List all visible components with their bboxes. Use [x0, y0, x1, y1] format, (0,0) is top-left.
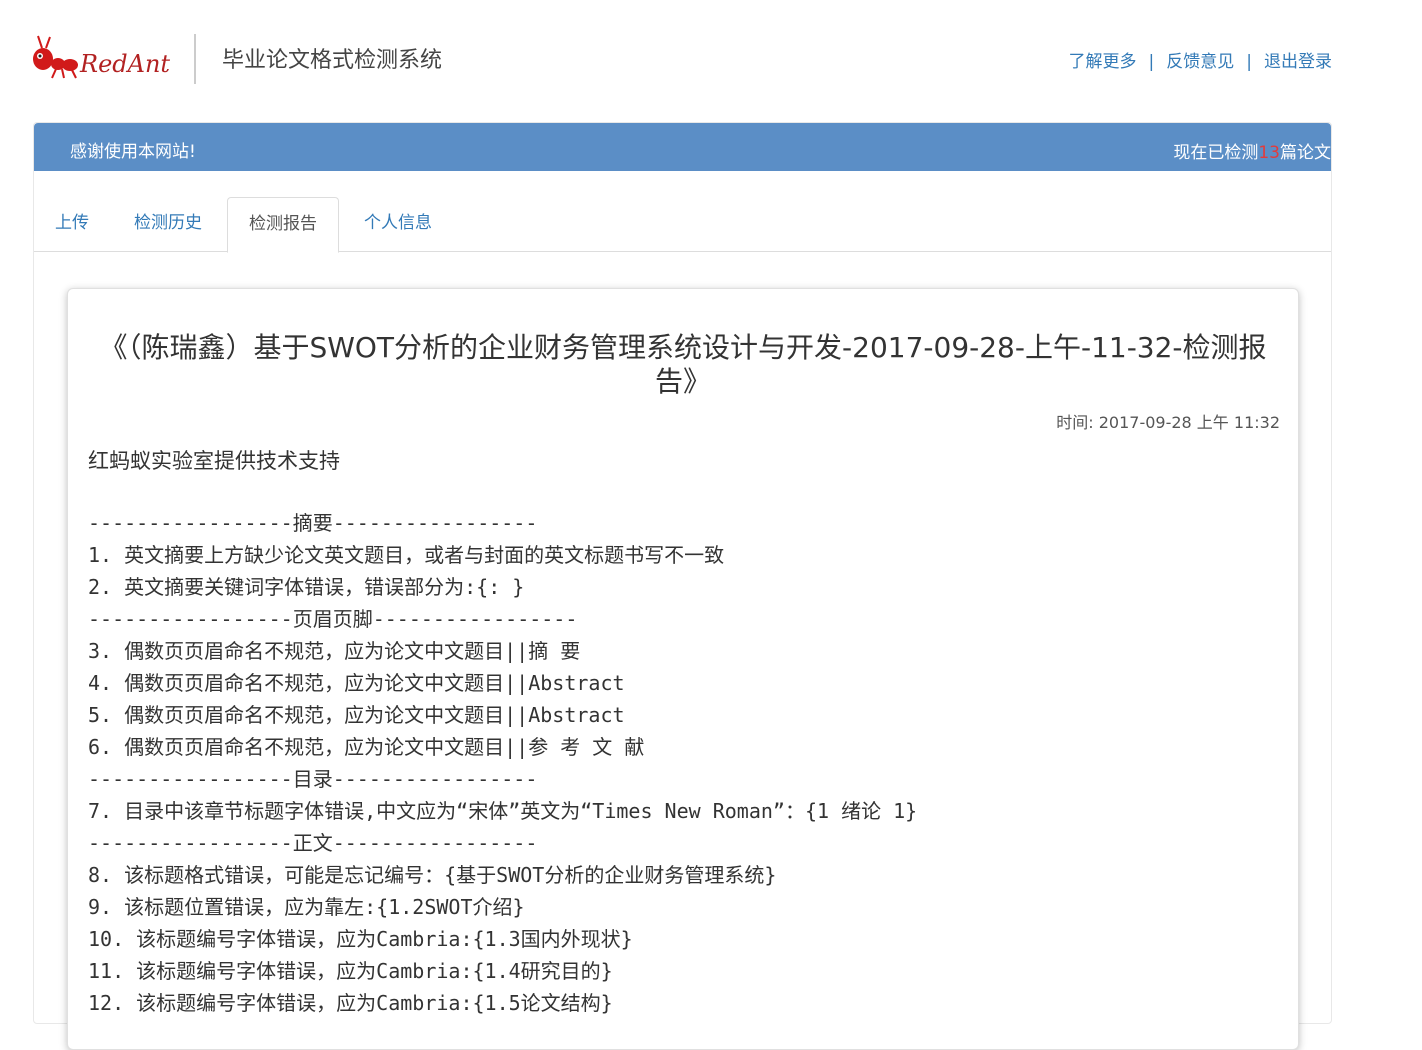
- report-line: -----------------摘要-----------------: [88, 511, 538, 535]
- tab-upload[interactable]: 上传: [34, 197, 110, 250]
- link-separator: |: [1246, 52, 1252, 72]
- count-suffix: 篇论文: [1280, 143, 1331, 163]
- report-support-text: 红蚂蚁实验室提供技术支持: [88, 449, 340, 473]
- nav-tabs: 上传 检测历史 检测报告 个人信息: [34, 197, 1331, 253]
- report-line: 2. 英文摘要关键词字体错误，错误部分为:{: }: [88, 575, 525, 599]
- report-line: 1. 英文摘要上方缺少论文英文题目，或者与封面的英文标题书写不一致: [88, 543, 725, 567]
- report-line: 11. 该标题编号字体错误，应为Cambria:{1.4研究目的}: [88, 959, 613, 983]
- learn-more-link[interactable]: 了解更多: [1069, 52, 1137, 72]
- feedback-link[interactable]: 反馈意见: [1166, 52, 1234, 72]
- report-line: -----------------正文-----------------: [88, 831, 538, 855]
- detection-count: 13: [1258, 143, 1280, 163]
- report-line: 3. 偶数页页眉命名不规范，应为论文中文题目||摘 要: [88, 639, 581, 663]
- header-divider: [194, 34, 196, 84]
- report-line: -----------------页眉页脚-----------------: [88, 607, 578, 631]
- system-title: 毕业论文格式检测系统: [222, 48, 443, 73]
- tab-report[interactable]: 检测报告: [227, 197, 339, 253]
- report-line: 8. 该标题格式错误，可能是忘记编号：{基于SWOT分析的企业财务管理系统}: [88, 863, 777, 887]
- report-card: 《（陈瑞鑫）基于SWOT分析的企业财务管理系统设计与开发-2017-09-28-…: [67, 288, 1299, 1050]
- report-line: 7. 目录中该章节标题字体错误,中文应为“宋体”英文为“Times New Ro…: [88, 799, 918, 823]
- redant-logo[interactable]: RedAnt: [30, 32, 170, 86]
- report-time: 时间: 2017-09-28 上午 11:32: [1056, 413, 1280, 432]
- count-prefix: 现在已检测: [1173, 143, 1259, 163]
- report-title: 《（陈瑞鑫）基于SWOT分析的企业财务管理系统设计与开发-2017-09-28-…: [99, 331, 1267, 398]
- report-line: -----------------目录-----------------: [88, 767, 538, 791]
- report-body: -----------------摘要----------------- 1. …: [88, 507, 917, 1019]
- tab-history[interactable]: 检测历史: [118, 197, 218, 250]
- report-line: 4. 偶数页页眉命名不规范，应为论文中文题目||Abstract: [88, 671, 625, 695]
- tab-profile[interactable]: 个人信息: [348, 197, 448, 250]
- report-line: 5. 偶数页页眉命名不规范，应为论文中文题目||Abstract: [88, 703, 625, 727]
- site-header: RedAnt 毕业论文格式检测系统 了解更多 | 反馈意见 | 退出登录: [0, 0, 1422, 118]
- report-line: 6. 偶数页页眉命名不规范，应为论文中文题目||参 考 文 献: [88, 735, 645, 759]
- link-separator: |: [1148, 52, 1155, 72]
- top-links: 了解更多 | 反馈意见 | 退出登录: [1069, 47, 1332, 72]
- report-line: 9. 该标题位置错误，应为靠左:{1.2SWOT介绍}: [88, 895, 525, 919]
- main-panel: 感谢使用本网站! 现在已检测13篇论文 上传 检测历史 检测报告 个人信息 《（…: [33, 122, 1332, 1050]
- report-line: 12. 该标题编号字体错误，应为Cambria:{1.5论文结构}: [88, 991, 613, 1015]
- welcome-banner: 感谢使用本网站! 现在已检测13篇论文: [34, 123, 1331, 171]
- logout-link[interactable]: 退出登录: [1264, 52, 1332, 72]
- report-line: 10. 该标题编号字体错误，应为Cambria:{1.3国内外现状}: [88, 927, 633, 951]
- logo-text: RedAnt: [80, 50, 171, 78]
- welcome-text: 感谢使用本网站!: [70, 142, 196, 162]
- detection-count-text: 现在已检测13篇论文: [1173, 138, 1331, 163]
